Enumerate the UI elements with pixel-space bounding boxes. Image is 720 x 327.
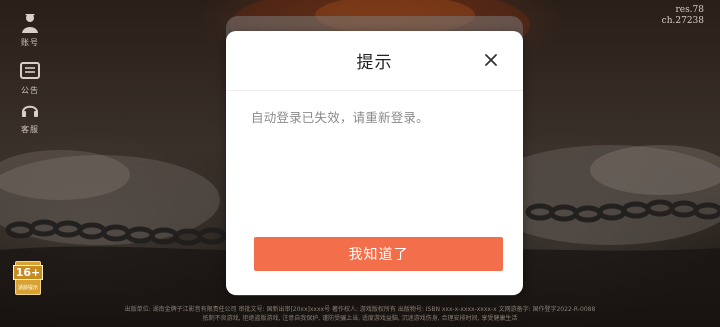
- channel-version: ch.27238: [661, 16, 704, 26]
- dialog-message: 自动登录已失效，请重新登录。: [251, 110, 429, 125]
- alert-dialog: 提示 自动登录已失效，请重新登录。 我知道了: [226, 31, 523, 295]
- close-icon: [485, 54, 497, 66]
- sidebar-item-account-label: 账号: [21, 38, 39, 47]
- version-info: res.78 ch.27238: [662, 5, 704, 27]
- footer-line-2: 抵制不良游戏, 拒绝盗版游戏, 注意自我保护, 谨防受骗上当, 适度游戏益脑, …: [202, 315, 518, 322]
- resource-version: res.78: [675, 5, 704, 15]
- sidebar-item-notice-label: 公告: [21, 86, 39, 95]
- account-icon: [19, 12, 41, 34]
- confirm-button[interactable]: 我知道了: [254, 237, 503, 271]
- age-rating-number: 16+: [12, 265, 44, 280]
- close-button[interactable]: [483, 52, 499, 68]
- age-rating-text: 适龄提示: [17, 285, 38, 291]
- dialog-title: 提示: [356, 53, 393, 73]
- notice-icon: [19, 60, 41, 82]
- sidebar-item-service-label: 客服: [21, 125, 39, 134]
- legal-footer: 出版单位: 湖南金牌子江影音有限责任公司 审批文号: 国新出审[20xx]xxx…: [70, 305, 650, 323]
- sidebar-item-notice[interactable]: 公告: [14, 60, 46, 96]
- dialog-header: 提示: [226, 31, 523, 91]
- age-rating-badge[interactable]: 16+ 适龄提示: [12, 261, 44, 295]
- sidebar-item-account[interactable]: 账号: [14, 12, 46, 48]
- game-launcher-screen: 账号 公告 客服 16+ 适龄提示 res.78 ch.27238 出版单位: …: [0, 0, 720, 327]
- headset-icon: [19, 99, 41, 121]
- footer-line-1: 出版单位: 湖南金牌子江影音有限责任公司 审批文号: 国新出审[20xx]xxx…: [124, 306, 596, 313]
- sidebar-item-service[interactable]: 客服: [14, 99, 46, 135]
